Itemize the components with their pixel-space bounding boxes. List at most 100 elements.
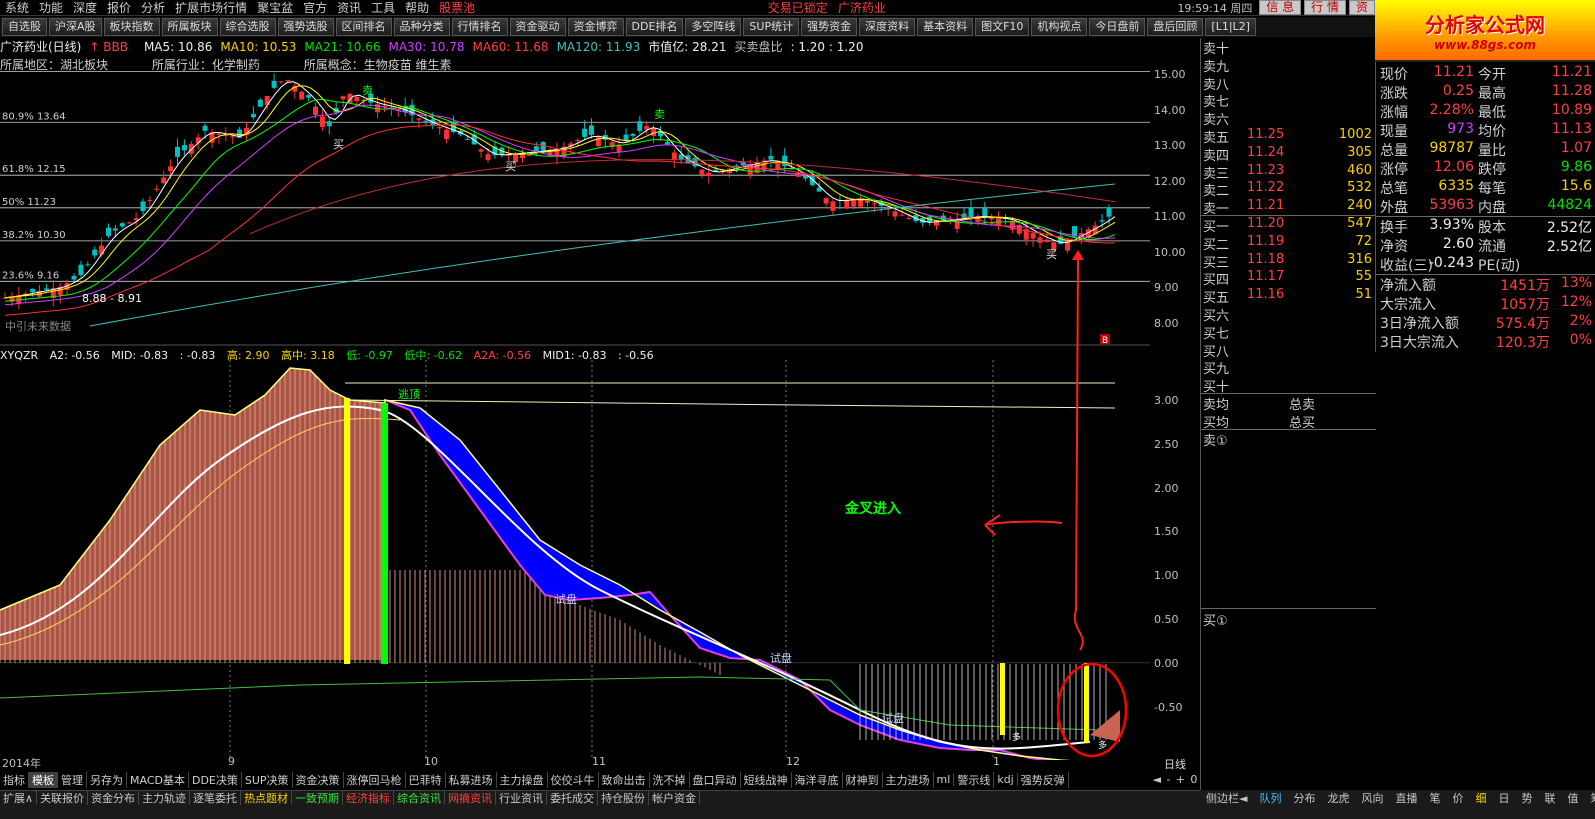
kline-chart[interactable]: 80.9% 13.64 61.8% 12.15 50% 11.23 38.2% 10.… (0, 70, 1150, 760)
orderbook-sell-row[interactable]: 卖四 11.24 305 (1201, 145, 1376, 164)
toolbar-tab[interactable]: 盘后回顾 (1147, 18, 1204, 36)
buy-queue-row[interactable]: 买① (1201, 610, 1376, 629)
side-tab[interactable]: 筹 (1584, 790, 1595, 805)
orderbook-buy-row[interactable]: 买九 (1201, 358, 1376, 377)
orderbook-sell-row[interactable]: 卖八 (1201, 74, 1376, 93)
orderbook-buy-row[interactable]: 买七 (1201, 323, 1376, 342)
toolbar-tab[interactable]: 行情排名 (451, 18, 508, 36)
status-link[interactable]: 帐户资金 (649, 790, 701, 805)
side-tab[interactable]: 日 (1492, 790, 1515, 805)
orderbook-buy-row[interactable]: 买二 11.19 72 (1201, 234, 1376, 253)
menu-depth[interactable]: 深度 (68, 0, 102, 16)
orderbook-sell-row[interactable]: 卖三 11.23 460 (1201, 163, 1376, 182)
side-tab[interactable]: 值 (1561, 790, 1584, 805)
toolbar-tab[interactable]: 板块指数 (103, 18, 160, 36)
scroll-left-icon[interactable]: ◄ (1153, 773, 1161, 786)
indicator-tab[interactable]: SUP决策 (242, 771, 293, 788)
indicator-tab[interactable]: 致命出击 (599, 771, 650, 788)
menu-extended-market[interactable]: 扩展市场行情 (170, 0, 252, 16)
zoom-in-button[interactable]: + (1176, 773, 1185, 786)
toolbar-tab[interactable]: DDE排名 (625, 18, 684, 36)
toolbar-tab[interactable]: 沪深A股 (49, 18, 102, 36)
toolbar-tab[interactable]: 品种分类 (393, 18, 450, 36)
indicator-tab[interactable]: 强势反弹 (1018, 771, 1069, 788)
status-link[interactable]: 热点题材 (241, 790, 293, 805)
menu-news[interactable]: 资讯 (332, 0, 366, 16)
toolbar-tab[interactable]: [L1|L2] (1205, 18, 1256, 36)
indicator-tab[interactable]: 警示线 (954, 771, 995, 788)
status-link[interactable]: 持仓股份 (598, 790, 650, 805)
toolbar-tab[interactable]: 区间排名 (335, 18, 392, 36)
period-label[interactable]: 日线 (1150, 756, 1200, 771)
orderbook-sell-row[interactable]: 卖六 (1201, 109, 1376, 128)
indicator-tab[interactable]: 财神到 (843, 771, 883, 788)
indicator-tab[interactable]: ml (934, 773, 955, 786)
orderbook-sell-row[interactable]: 卖七 (1201, 91, 1376, 110)
toolbar-tab[interactable]: SUP统计 (743, 18, 800, 36)
side-tab[interactable]: 分布 (1287, 790, 1321, 805)
orderbook-buy-row[interactable]: 买一 11.20 547 (1201, 216, 1376, 235)
indicator-tab[interactable]: 洗不掉 (650, 771, 690, 788)
status-link[interactable]: 综合资讯 (394, 790, 446, 805)
orderbook-sell-row[interactable]: 卖二 11.22 532 (1201, 180, 1376, 199)
indicator-tab[interactable]: 涨停回马枪 (344, 771, 406, 788)
indicator-tab[interactable]: MACD基本 (127, 771, 189, 788)
toolbar-tab[interactable]: 资金驱动 (509, 18, 566, 36)
indicator-tab[interactable]: 巴菲特 (406, 771, 446, 788)
orderbook-buy-row[interactable]: 买六 (1201, 305, 1376, 324)
data-button[interactable]: 资 (1349, 0, 1376, 15)
indicator-tab[interactable]: 短线战神 (741, 771, 792, 788)
toolbar-tab[interactable]: 强势资金 (801, 18, 858, 36)
status-link[interactable]: 扩展∧ (0, 790, 38, 805)
status-link[interactable]: 委托成交 (547, 790, 599, 805)
menu-quote[interactable]: 报价 (102, 0, 136, 16)
orderbook-buy-row[interactable]: 买五 11.16 51 (1201, 287, 1376, 306)
toolbar-tab[interactable]: 所属板块 (161, 18, 218, 36)
orderbook-sell-row[interactable]: 卖五 11.25 1002 (1201, 127, 1376, 146)
zoom-out-button[interactable]: - (1166, 773, 1170, 786)
indicator-tab[interactable]: 模板 (29, 771, 58, 788)
side-tab[interactable]: 笔 (1423, 790, 1446, 805)
indicator-tab[interactable]: 资金决策 (293, 771, 344, 788)
indicator-tab[interactable]: 主力操盘 (497, 771, 548, 788)
status-link[interactable]: 网摘资讯 (445, 790, 497, 805)
menu-analysis[interactable]: 分析 (136, 0, 170, 16)
status-link[interactable]: 经济指标 (343, 790, 395, 805)
menu-official[interactable]: 官方 (298, 0, 332, 16)
info-button[interactable]: 信 息 (1259, 0, 1302, 15)
toolbar-tab[interactable]: 今日盘前 (1089, 18, 1146, 36)
indicator-tab[interactable]: 管理 (58, 771, 87, 788)
orderbook-sell-row[interactable]: 卖九 (1201, 56, 1376, 75)
status-link[interactable]: 一致预期 (292, 790, 344, 805)
indicator-tab[interactable]: 海洋寻底 (792, 771, 843, 788)
menu-help[interactable]: 帮助 (400, 0, 434, 16)
indicator-tab[interactable]: 指标 (0, 771, 29, 788)
trade-locked-label[interactable]: 交易已锁定 (763, 0, 833, 16)
menu-function[interactable]: 功能 (34, 0, 68, 16)
side-tab[interactable]: 价 (1446, 790, 1469, 805)
toolbar-tab[interactable]: 机构视点 (1031, 18, 1088, 36)
side-tab[interactable]: 龙虎 (1321, 790, 1355, 805)
menu-treasure[interactable]: 聚宝盆 (252, 0, 298, 16)
toolbar-tab[interactable]: 多空阵线 (685, 18, 742, 36)
orderbook-buy-row[interactable]: 买三 11.18 316 (1201, 252, 1376, 271)
orderbook-buy-row[interactable]: 买四 11.17 55 (1201, 269, 1376, 288)
indicator-tab[interactable]: DDE决策 (189, 771, 242, 788)
side-tab[interactable]: 直播 (1389, 790, 1423, 805)
toolbar-tab[interactable]: 深度资料 (859, 18, 916, 36)
side-tab[interactable]: 势 (1515, 790, 1538, 805)
toolbar-tab[interactable]: 综合选股 (219, 18, 276, 36)
status-link[interactable]: 行业资讯 (496, 790, 548, 805)
toolbar-tab[interactable]: 基本资料 (917, 18, 974, 36)
orderbook-sell-row[interactable]: 卖一 11.21 240 (1201, 198, 1376, 217)
menu-system[interactable]: 系统 (0, 0, 34, 16)
side-tab[interactable]: 联 (1538, 790, 1561, 805)
indicator-tab[interactable]: 私募进场 (446, 771, 497, 788)
orderbook-buy-row[interactable]: 买十 (1201, 376, 1376, 395)
zoom-reset-button[interactable]: 0 (1190, 773, 1197, 786)
status-link[interactable]: 资金分布 (88, 790, 140, 805)
orderbook-sell-row[interactable]: 卖十 (1201, 38, 1376, 57)
market-button[interactable]: 行 情 (1304, 0, 1346, 15)
status-link[interactable]: 主力轨迹 (139, 790, 191, 805)
menu-stock-pool[interactable]: 股票池 (434, 0, 480, 16)
